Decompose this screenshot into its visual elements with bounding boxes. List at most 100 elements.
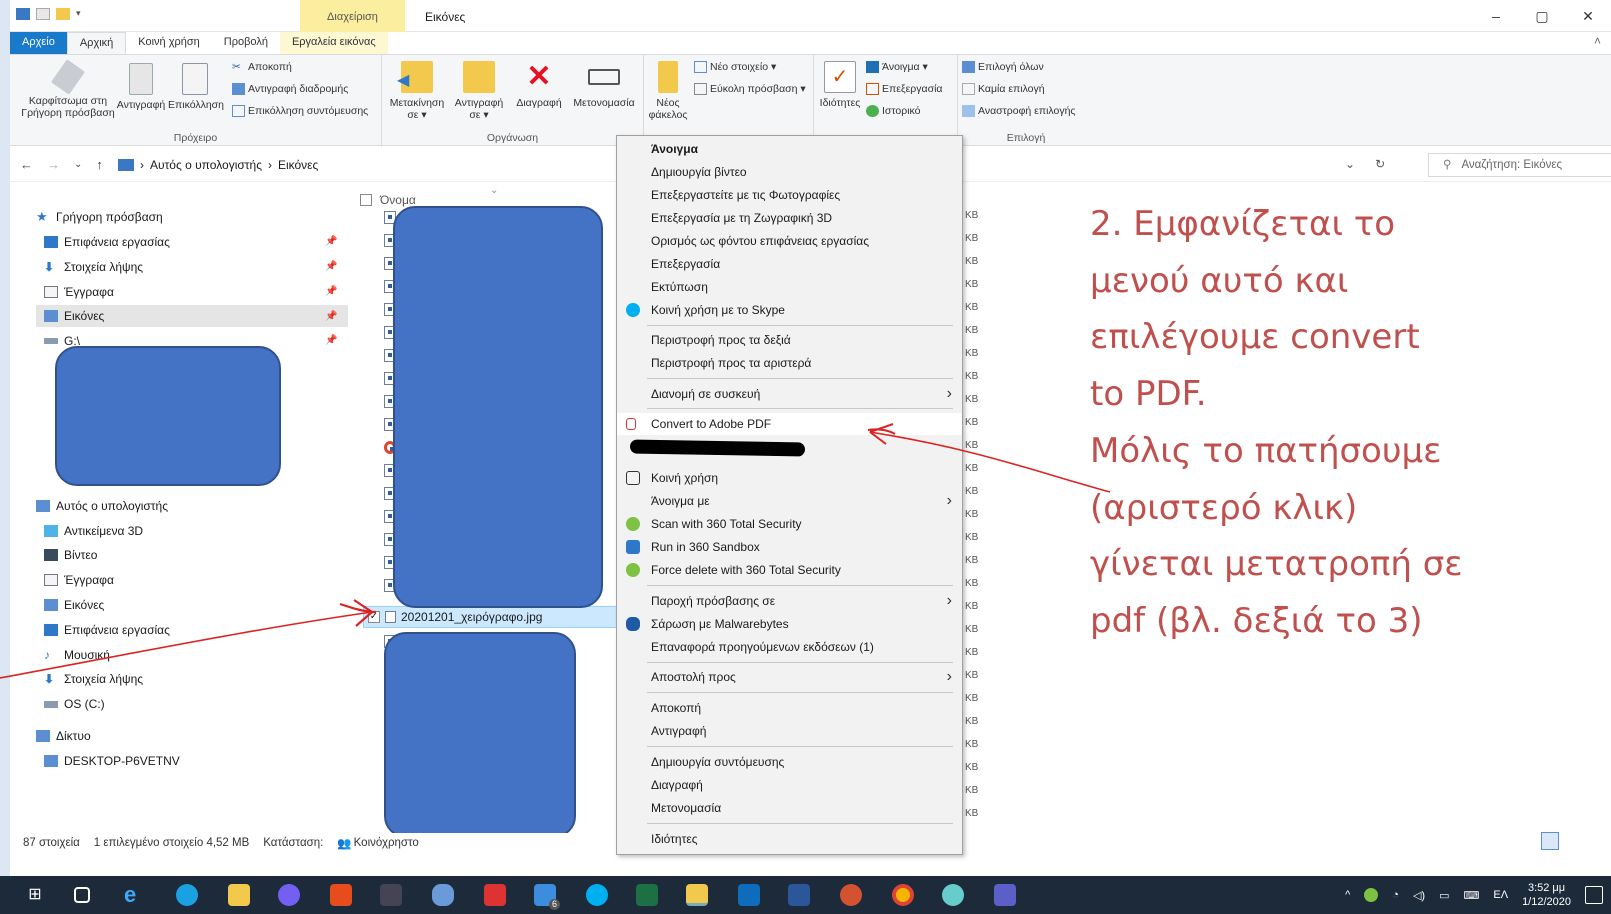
easy-access-button[interactable]: Εύκολη πρόσβαση ▾ [694, 83, 806, 95]
back-arrow-icon[interactable]: ← [20, 157, 33, 172]
breadcrumb-this-pc[interactable]: Αυτός ο υπολογιστής [150, 158, 262, 172]
menu-item-edit-paint3d[interactable]: Επεξεργασία με τη Ζωγραφική 3D [617, 207, 962, 229]
new-item-button[interactable]: Νέο στοιχείο ▾ [694, 61, 776, 73]
battery-icon[interactable]: ▭ [1439, 889, 1449, 902]
chrome-icon[interactable] [892, 884, 914, 906]
nav-3d-objects[interactable]: Αντικείμενα 3D [44, 520, 344, 542]
dropdown-chevron-icon[interactable]: ⌄ [1345, 157, 1355, 171]
app-icon[interactable]: 6 [534, 884, 560, 910]
tab-file[interactable]: Αρχείο [10, 32, 67, 54]
menu-item-create-video[interactable]: Δημιουργία βίντεο [617, 161, 962, 183]
chevron-down-icon[interactable]: ▾ [76, 8, 84, 20]
selected-file-row[interactable]: ✓ 20201201_χειρόγραφο.jpg [363, 606, 620, 628]
ribbon-collapse-icon[interactable]: ˄ [1594, 34, 1601, 48]
360-tray-icon[interactable] [1364, 888, 1379, 902]
file-explorer-icon[interactable] [686, 884, 708, 906]
search-input[interactable]: ⚲ Αναζήτηση: Εικόνες [1428, 153, 1611, 177]
menu-item-print[interactable]: Εκτύπωση [617, 276, 962, 298]
select-all-checkbox[interactable] [360, 194, 372, 206]
wifi-icon[interactable]: ◔ [1392, 889, 1399, 901]
word-icon[interactable] [788, 884, 810, 906]
recent-chevron-icon[interactable]: ⌄ [74, 159, 82, 172]
nav-network[interactable]: Δίκτυο [36, 725, 336, 747]
chevron-up-icon[interactable]: ^ [1345, 889, 1350, 901]
acrobat-icon[interactable] [484, 884, 506, 906]
task-view-icon[interactable] [74, 887, 90, 903]
nav-os-c[interactable]: OS (C:) [44, 693, 344, 715]
tab-view[interactable]: Προβολή [212, 32, 280, 54]
excel-icon[interactable] [636, 884, 658, 906]
menu-item-properties[interactable]: Ιδιότητες [617, 828, 962, 850]
history-button[interactable]: Ιστορικό [866, 105, 921, 117]
calculator-icon[interactable] [380, 884, 402, 906]
pin-icon[interactable]: 📌 [325, 311, 337, 322]
tab-share[interactable]: Κοινή χρήση [126, 32, 212, 54]
menu-item-delete[interactable]: Διαγραφή [617, 774, 962, 796]
nav-downloads-pc[interactable]: ⬇ Στοιχεία λήψης [44, 668, 344, 690]
minimize-button[interactable]: – [1473, 0, 1519, 32]
pin-icon[interactable]: 📌 [325, 261, 337, 272]
rename-button[interactable]: Μετονομασία [568, 61, 640, 109]
paste-button[interactable]: Επικόλληση [168, 63, 224, 111]
close-button[interactable]: ✕ [1565, 0, 1611, 32]
paint-icon[interactable] [432, 884, 454, 906]
nav-pictures[interactable]: Εικόνες [36, 305, 348, 327]
store-icon[interactable] [228, 884, 250, 906]
menu-item-create-shortcut[interactable]: Δημιουργία συντόμευσης [617, 751, 962, 773]
nav-documents[interactable]: Έγγραφα [44, 281, 344, 303]
menu-item-edit-photos[interactable]: Επεξεργαστείτε με τις Φωτογραφίες [617, 184, 962, 206]
menu-item-cast-to-device[interactable]: Διανομή σε συσκευή › [617, 383, 962, 405]
menu-item-copy[interactable]: Αντιγραφή [617, 720, 962, 742]
nav-documents-pc[interactable]: Έγγραφα [44, 569, 344, 591]
notification-icon[interactable] [1585, 886, 1603, 904]
menu-item-send-to[interactable]: Αποστολή προς › [617, 666, 962, 688]
row-checkbox[interactable]: ✓ [368, 611, 380, 623]
edit-button[interactable]: Επεξεργασία [866, 83, 943, 95]
powerpoint-icon[interactable] [840, 884, 862, 906]
select-all-button[interactable]: Επιλογή όλων [962, 61, 1044, 73]
maximize-button[interactable]: ▢ [1519, 0, 1565, 32]
up-arrow-icon[interactable]: ↑ [96, 157, 103, 172]
open-button[interactable]: Άνοιγμα ▾ [866, 61, 928, 73]
menu-item-skype-share[interactable]: Κοινή χρήση με το Skype [617, 299, 962, 321]
nav-desktop-computer[interactable]: DESKTOP-P6VETNV [44, 750, 344, 772]
nav-quick-access[interactable]: ★ Γρήγορη πρόσβαση [36, 206, 336, 228]
column-header-name[interactable]: Όνομα [360, 193, 416, 207]
pin-icon[interactable]: 📌 [325, 335, 337, 346]
outlook-icon[interactable] [738, 884, 760, 906]
nav-music[interactable]: ♪ Μουσική [44, 644, 344, 666]
app-icon[interactable] [942, 884, 964, 906]
office-icon[interactable] [330, 884, 352, 906]
paste-shortcut-button[interactable]: Επικόλληση συντόμευσης [232, 105, 368, 117]
internet-explorer-icon[interactable]: e [124, 884, 146, 906]
nav-desktop-pc[interactable]: Επιφάνεια εργασίας [44, 619, 344, 641]
skype-icon[interactable] [586, 884, 608, 906]
copy-to-button[interactable]: Αντιγραφή σε ▾ [448, 61, 510, 121]
nav-downloads[interactable]: ⬇ Στοιχεία λήψης [44, 256, 344, 278]
menu-item-open[interactable]: Άνοιγμα [617, 138, 962, 160]
menu-item-force-delete-360[interactable]: Force delete with 360 Total Security [617, 559, 962, 581]
cut-button[interactable]: ✂ Αποκοπή [232, 61, 292, 73]
nav-desktop[interactable]: Επιφάνεια εργασίας [44, 231, 344, 253]
menu-item-scan-360[interactable]: Scan with 360 Total Security [617, 513, 962, 535]
pin-icon[interactable]: 📌 [325, 286, 337, 297]
nav-this-pc[interactable]: Αυτός ο υπολογιστής [36, 495, 336, 517]
folder-icon[interactable] [56, 8, 70, 20]
menu-item-open-with[interactable]: Άνοιγμα με › [617, 490, 962, 512]
menu-item-set-wallpaper[interactable]: Ορισμός ως φόντου επιφάνειας εργασίας [617, 230, 962, 252]
nav-pictures-pc[interactable]: Εικόνες [44, 594, 344, 616]
details-view-icon[interactable] [1541, 832, 1559, 850]
tab-picture-tools[interactable]: Εργαλεία εικόνας [279, 32, 388, 54]
properties-icon[interactable] [36, 8, 50, 20]
nav-videos[interactable]: Βίντεο [44, 544, 344, 566]
menu-item-give-access[interactable]: Παροχή πρόσβασης σε › [617, 590, 962, 612]
forward-arrow-icon[interactable]: → [47, 157, 60, 172]
edge-icon[interactable] [176, 884, 198, 906]
move-to-button[interactable]: ◀ Μετακίνηση σε ▾ [386, 61, 448, 121]
new-folder-button[interactable]: Νέος φάκελος [646, 61, 690, 121]
invert-selection-button[interactable]: Αναστροφή επιλογής [962, 105, 1075, 117]
select-none-button[interactable]: Καμία επιλογή [962, 83, 1045, 95]
pin-quick-access-button[interactable]: Καρφίτσωμα στη Γρήγορη πρόσβαση [18, 59, 118, 119]
delete-button[interactable]: ✕ Διαγραφή [510, 61, 568, 110]
menu-item-edit[interactable]: Επεξεργασία [617, 253, 962, 275]
